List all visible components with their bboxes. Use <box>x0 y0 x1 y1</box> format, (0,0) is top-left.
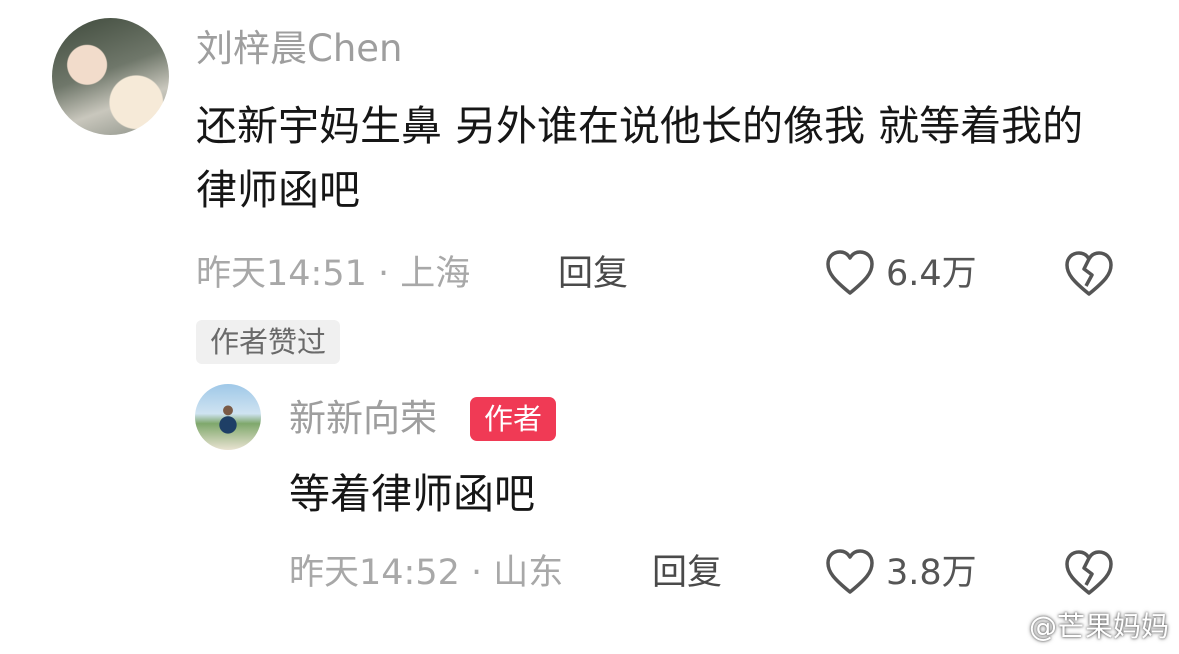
author-badge: 作者 <box>470 397 557 441</box>
comment-meta: 昨天14:51 · 上海 <box>196 252 470 296</box>
like-count: 6.4万 <box>886 254 977 294</box>
reply-time: 昨天14:52 <box>289 553 460 593</box>
comment-text: 还新宇妈生鼻 另外谁在说他长的像我 就等着我的律师函吧 <box>196 102 1084 214</box>
comment-username[interactable]: 刘梓晨Chen <box>196 27 403 71</box>
author-liked-badge: 作者赞过 <box>196 320 341 364</box>
weibo-logo-icon <box>983 605 1023 648</box>
avatar[interactable] <box>52 18 169 135</box>
meta-separator: · <box>471 553 494 593</box>
reply-location: 山东 <box>493 553 564 593</box>
heart-outline-icon[interactable] <box>824 248 876 298</box>
meta-separator: · <box>378 254 401 294</box>
reply-button[interactable]: 回复 <box>558 252 628 296</box>
broken-heart-icon[interactable] <box>1063 250 1115 298</box>
reply-username[interactable]: 新新向荣 <box>289 397 437 441</box>
like-count: 3.8万 <box>886 553 977 593</box>
heart-outline-icon[interactable] <box>824 547 876 597</box>
watermark: @芒果妈妈 <box>983 605 1169 648</box>
avatar[interactable] <box>195 384 261 450</box>
reply-text: 等着律师函吧 <box>289 470 535 518</box>
broken-heart-icon[interactable] <box>1063 549 1115 597</box>
reply-button[interactable]: 回复 <box>652 551 722 595</box>
reply-meta: 昨天14:52 · 山东 <box>289 551 563 595</box>
comment-time: 昨天14:51 <box>196 254 367 294</box>
comment-location: 上海 <box>400 254 471 294</box>
watermark-text: @芒果妈妈 <box>1028 609 1169 643</box>
